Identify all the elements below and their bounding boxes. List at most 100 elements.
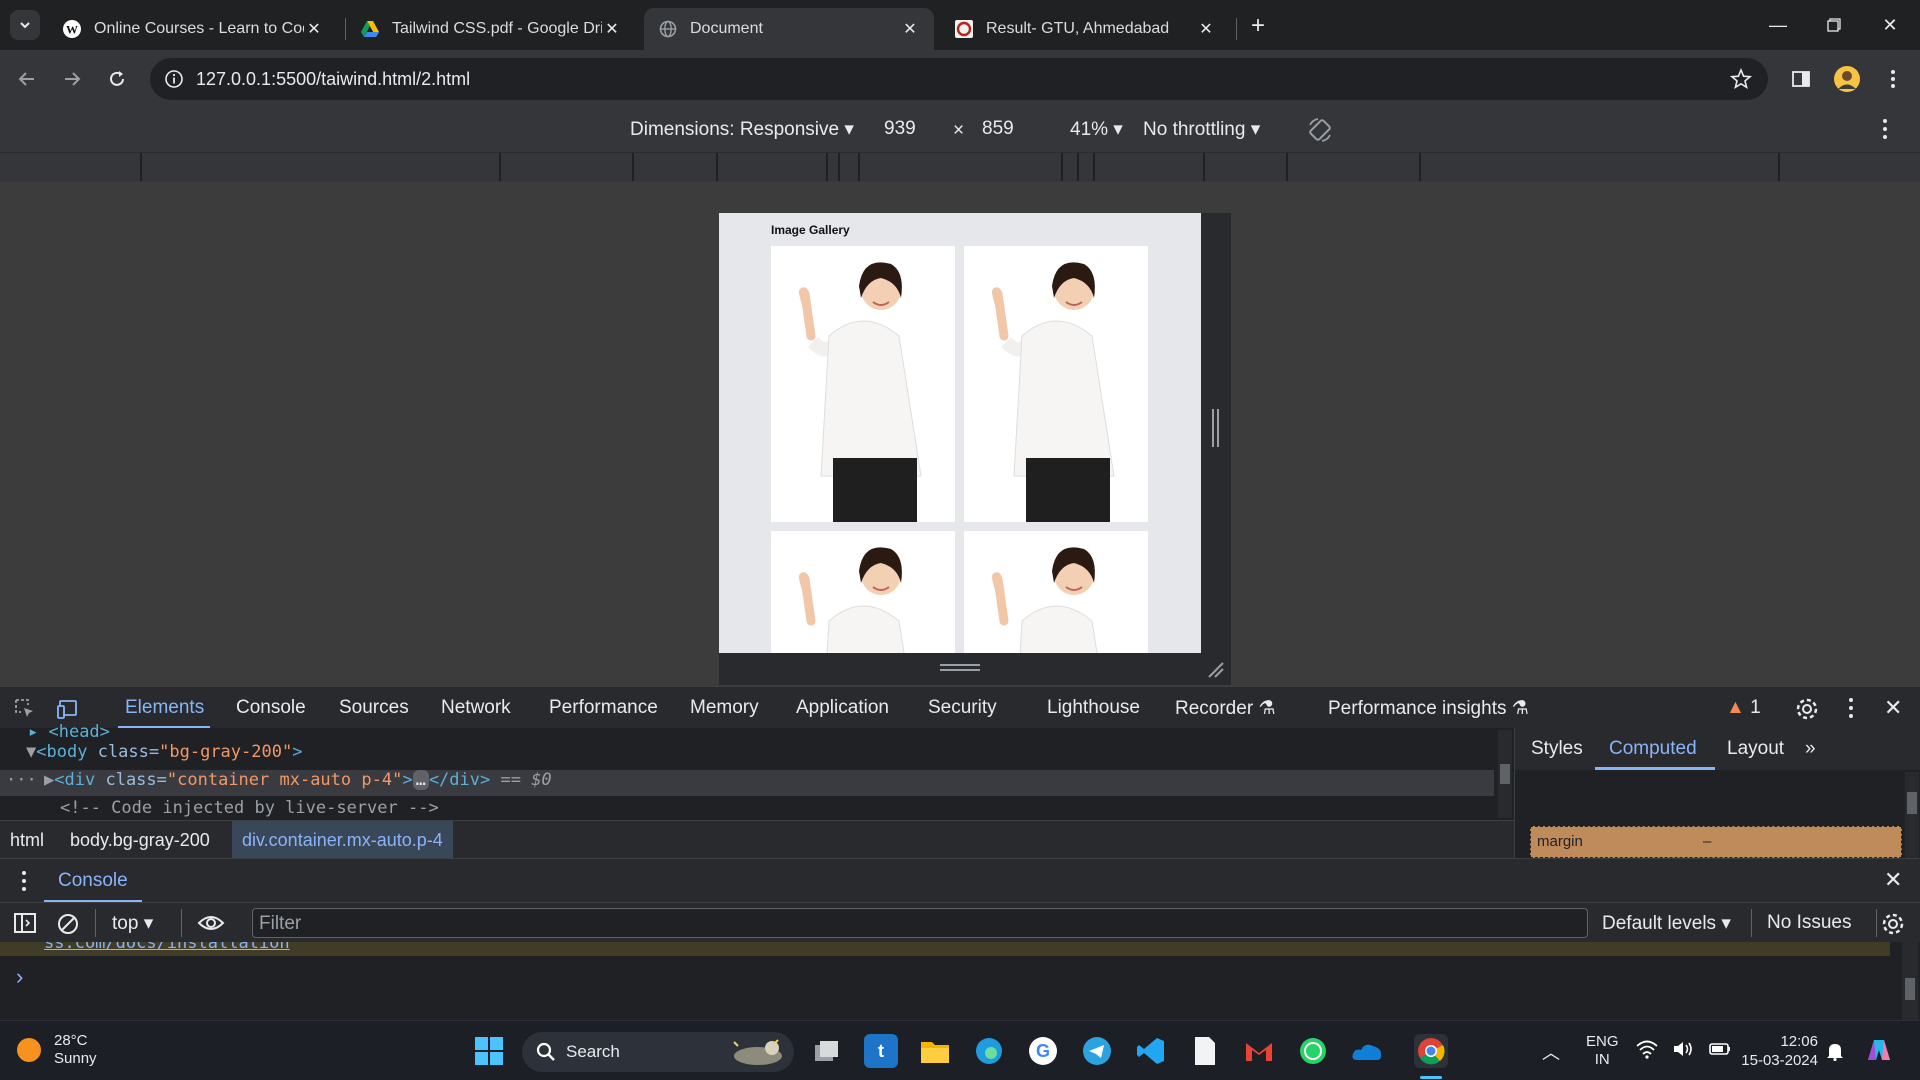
breadcrumb-div[interactable]: div.container.mx-auto.p-4 <box>232 821 453 859</box>
close-tab-icon[interactable]: ✕ <box>1196 19 1216 39</box>
tab-lighthouse[interactable]: Lighthouse <box>1047 697 1140 719</box>
file-explorer-icon[interactable] <box>918 1034 952 1068</box>
media-query-marker[interactable] <box>1093 153 1095 181</box>
media-query-marker[interactable] <box>1286 153 1288 181</box>
input-language-indicator[interactable]: ENG IN <box>1586 1033 1619 1069</box>
taskbar-search[interactable]: Search <box>522 1032 794 1072</box>
console-prompt[interactable]: › <box>16 964 23 990</box>
drawer-tab-console[interactable]: Console <box>58 870 128 892</box>
onedrive-icon[interactable] <box>1350 1034 1384 1068</box>
edge-browser-icon[interactable] <box>972 1034 1006 1068</box>
tumblr-app-icon[interactable]: t <box>864 1034 898 1068</box>
tab-gtu-result[interactable]: Result- GTU, Ahmedabad ✕ <box>940 8 1230 50</box>
clear-console-icon[interactable] <box>56 912 80 936</box>
media-query-marker[interactable] <box>1061 153 1063 181</box>
console-scrollbar[interactable] <box>1902 942 1918 1020</box>
code-line-body[interactable]: ▼<body class="bg-gray-200"> <box>26 742 302 762</box>
address-bar[interactable]: 127.0.0.1:5500/taiwind.html/2.html <box>150 58 1768 100</box>
media-query-marker[interactable] <box>499 153 501 181</box>
zoom-dropdown[interactable]: 41% ▾ <box>1070 118 1123 141</box>
tab-tailwind-pdf[interactable]: Tailwind CSS.pdf - Google Drive ✕ <box>346 8 636 50</box>
tab-sources[interactable]: Sources <box>339 697 409 719</box>
media-query-bar[interactable] <box>0 152 1920 182</box>
dimensions-dropdown[interactable]: Dimensions: Responsive ▾ <box>630 118 854 141</box>
console-filter-input[interactable]: Filter <box>252 908 1588 938</box>
document-app-icon[interactable] <box>1188 1034 1222 1068</box>
width-input[interactable]: 939 <box>884 118 916 140</box>
breadcrumb-html[interactable]: html <box>10 830 44 851</box>
reload-button[interactable] <box>100 62 134 96</box>
collapsed-ellipsis[interactable]: … <box>412 770 429 790</box>
new-tab-button[interactable]: + <box>1244 12 1272 40</box>
media-query-marker[interactable] <box>1203 153 1205 181</box>
computed-scrollbar[interactable] <box>1905 772 1919 858</box>
media-query-marker[interactable] <box>858 153 860 181</box>
more-tabs-icon[interactable]: » <box>1805 738 1816 760</box>
show-hidden-icons-button[interactable]: ︿ <box>1542 1039 1560 1065</box>
close-tab-icon[interactable]: ✕ <box>900 19 920 39</box>
copilot-icon[interactable] <box>1862 1034 1896 1068</box>
clock[interactable]: 12:06 15-03-2024 <box>1738 1032 1818 1070</box>
profile-avatar-button[interactable] <box>1830 62 1864 96</box>
tab-recorder[interactable]: Recorder ⚗ <box>1175 697 1275 720</box>
code-line-div[interactable]: ▶<div class="container mx-auto p-4">… </d… <box>44 770 552 790</box>
tab-security[interactable]: Security <box>928 697 997 719</box>
console-link[interactable]: ss.com/docs/installation <box>44 942 290 953</box>
resize-handle-bottom[interactable] <box>719 653 1231 685</box>
vscode-icon[interactable] <box>1134 1034 1168 1068</box>
media-query-marker[interactable] <box>826 153 828 181</box>
drawer-menu-icon[interactable] <box>21 870 27 892</box>
tab-application[interactable]: Application <box>796 697 889 719</box>
quick-settings-button[interactable] <box>1636 1039 1732 1059</box>
more-actions-icon[interactable]: ··· <box>6 770 37 790</box>
tab-memory[interactable]: Memory <box>690 697 759 719</box>
media-query-marker[interactable] <box>632 153 634 181</box>
close-window-button[interactable]: ✕ <box>1862 0 1918 50</box>
device-toggle-icon[interactable] <box>56 697 80 721</box>
tab-performance-insights[interactable]: Performance insights ⚗ <box>1328 697 1529 720</box>
emulated-page[interactable]: Image Gallery <box>719 213 1201 653</box>
site-info-icon[interactable] <box>164 69 184 89</box>
media-query-marker[interactable] <box>838 153 840 181</box>
side-panel-button[interactable] <box>1784 62 1818 96</box>
rotate-button[interactable] <box>1306 116 1334 144</box>
chrome-icon[interactable] <box>1414 1034 1448 1068</box>
media-query-marker[interactable] <box>1419 153 1421 181</box>
close-tab-icon[interactable]: ✕ <box>304 19 324 39</box>
throttling-dropdown[interactable]: No throttling ▾ <box>1143 118 1260 141</box>
context-selector[interactable]: top ▾ <box>112 912 153 935</box>
gmail-icon[interactable] <box>1242 1034 1276 1068</box>
kebab-menu-icon[interactable] <box>1848 697 1854 719</box>
device-options-button[interactable] <box>1882 118 1888 140</box>
console-settings-icon[interactable] <box>1881 912 1905 936</box>
tab-performance[interactable]: Performance <box>549 697 658 719</box>
tab-online-courses[interactable]: W Online Courses - Learn to Code ✕ <box>48 8 338 50</box>
tab-layout[interactable]: Layout <box>1727 738 1784 760</box>
media-query-marker[interactable] <box>1077 153 1079 181</box>
media-query-marker[interactable] <box>1778 153 1780 181</box>
sidebar-toggle-icon[interactable] <box>13 912 37 934</box>
media-query-marker[interactable] <box>140 153 142 181</box>
tab-document[interactable]: Document ✕ <box>644 8 934 50</box>
breadcrumb-body[interactable]: body.bg-gray-200 <box>70 830 210 851</box>
inspect-element-icon[interactable] <box>13 697 37 721</box>
elements-tree[interactable]: ▸ <head> ▼<body class="bg-gray-200"> ···… <box>0 722 1514 820</box>
tab-console[interactable]: Console <box>236 697 306 719</box>
browser-menu-button[interactable] <box>1876 62 1910 96</box>
minimize-button[interactable]: — <box>1750 0 1806 50</box>
settings-gear-icon[interactable] <box>1795 697 1819 721</box>
bookmark-star-icon[interactable] <box>1730 68 1752 90</box>
back-button[interactable] <box>10 62 44 96</box>
tab-styles[interactable]: Styles <box>1531 738 1583 760</box>
code-line-comment[interactable]: <!-- Code injected by live-server --> <box>60 798 439 818</box>
forward-button[interactable] <box>55 62 89 96</box>
close-drawer-icon[interactable]: ✕ <box>1884 867 1902 893</box>
tab-search-button[interactable] <box>10 10 40 40</box>
tab-computed[interactable]: Computed <box>1609 738 1697 760</box>
whatsapp-icon[interactable] <box>1296 1034 1330 1068</box>
task-view-icon[interactable] <box>810 1034 844 1068</box>
elements-scrollbar[interactable] <box>1498 730 1512 818</box>
weather-widget[interactable]: 28°C Sunny <box>14 1032 97 1068</box>
start-button[interactable] <box>472 1034 506 1068</box>
tab-elements[interactable]: Elements <box>125 697 204 719</box>
